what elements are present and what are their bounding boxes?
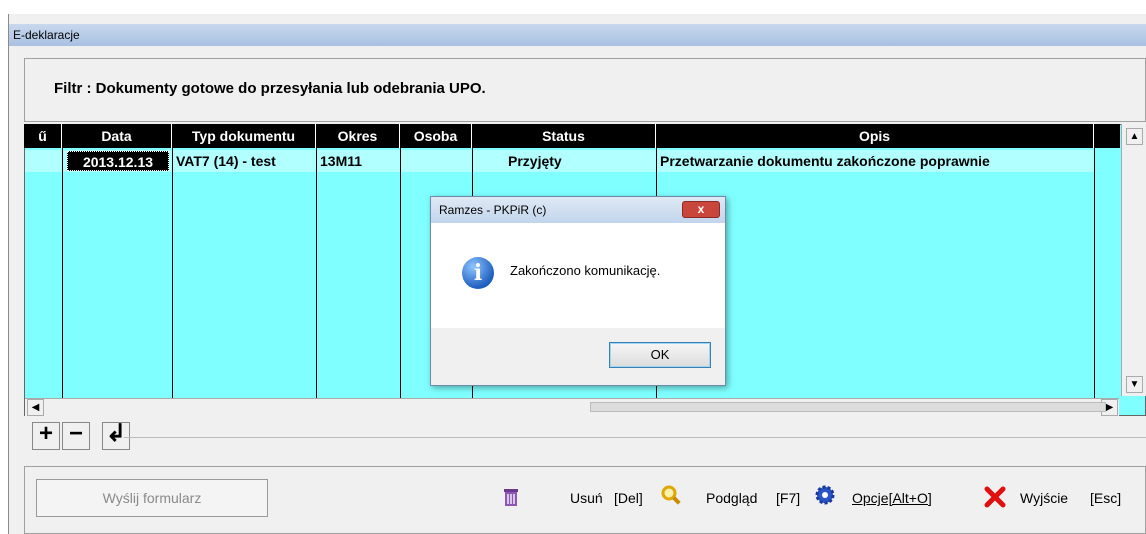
cell-typ[interactable]: VAT7 (14) - test xyxy=(176,150,276,172)
vertical-scrollbar[interactable]: ▲ ▼ xyxy=(1121,124,1146,396)
delete-button-label[interactable]: Usuń xyxy=(570,484,603,512)
close-x-icon[interactable] xyxy=(984,486,1006,508)
col-header-status[interactable]: Status xyxy=(472,124,656,148)
cell-opis[interactable]: Przetwarzanie dokumentu zakończone popra… xyxy=(660,150,990,172)
scroll-up-arrow-icon[interactable]: ▲ xyxy=(1126,128,1143,145)
magnifier-icon[interactable] xyxy=(660,484,682,506)
window-title: E-deklaracje xyxy=(9,24,1146,46)
info-icon: i xyxy=(462,257,494,289)
divider xyxy=(124,437,1146,438)
delete-shortcut[interactable]: [Del] xyxy=(614,484,643,512)
column-divider xyxy=(62,148,63,408)
column-divider xyxy=(1094,148,1095,408)
column-divider xyxy=(316,148,317,408)
col-header-opis[interactable]: Opis xyxy=(656,124,1094,148)
exit-shortcut[interactable]: [Esc] xyxy=(1090,484,1121,512)
dialog-message: Zakończono komunikację. xyxy=(510,263,661,278)
preview-shortcut[interactable]: [F7] xyxy=(776,484,800,512)
cell-data[interactable]: 2013.12.13 xyxy=(67,151,169,171)
exit-button-label[interactable]: Wyjście xyxy=(1020,484,1068,512)
dialog-title: Ramzes - PKPiR (c) xyxy=(431,197,725,223)
col-header-okres[interactable]: Okres xyxy=(316,124,400,148)
column-divider xyxy=(172,148,173,408)
delete-record-button[interactable]: − xyxy=(62,422,90,450)
scroll-down-arrow-icon[interactable]: ▼ xyxy=(1126,376,1143,393)
scroll-left-arrow-icon[interactable]: ◀ xyxy=(27,399,44,416)
dialog-close-button[interactable]: x xyxy=(682,201,720,218)
gear-icon[interactable] xyxy=(814,484,836,506)
add-record-button[interactable]: + xyxy=(32,422,60,450)
send-form-button[interactable]: Wyślij formularz xyxy=(36,479,268,517)
horizontal-scroll-thumb[interactable] xyxy=(590,402,1106,412)
options-button[interactable]: Opcje[Alt+O] xyxy=(852,484,932,512)
cell-okres[interactable]: 13M11 xyxy=(320,150,362,172)
column-divider xyxy=(400,148,401,408)
trash-icon[interactable] xyxy=(500,486,522,508)
col-header-data[interactable]: Data xyxy=(62,124,172,148)
ok-button[interactable]: OK xyxy=(609,342,711,368)
cell-status[interactable]: Przyjęty xyxy=(508,150,562,172)
filter-label: Filtr : Dokumenty gotowe do przesyłania … xyxy=(54,80,486,97)
grid-header: ű Data Typ dokumentu Okres Osoba Status … xyxy=(24,124,1120,148)
preview-button-label[interactable]: Podgląd xyxy=(706,484,757,512)
post-record-button[interactable]: ↲ xyxy=(102,422,130,450)
col-header-typ[interactable]: Typ dokumentu xyxy=(172,124,316,148)
col-header-marker[interactable]: ű xyxy=(24,124,62,148)
col-header-osoba[interactable]: Osoba xyxy=(400,124,472,148)
